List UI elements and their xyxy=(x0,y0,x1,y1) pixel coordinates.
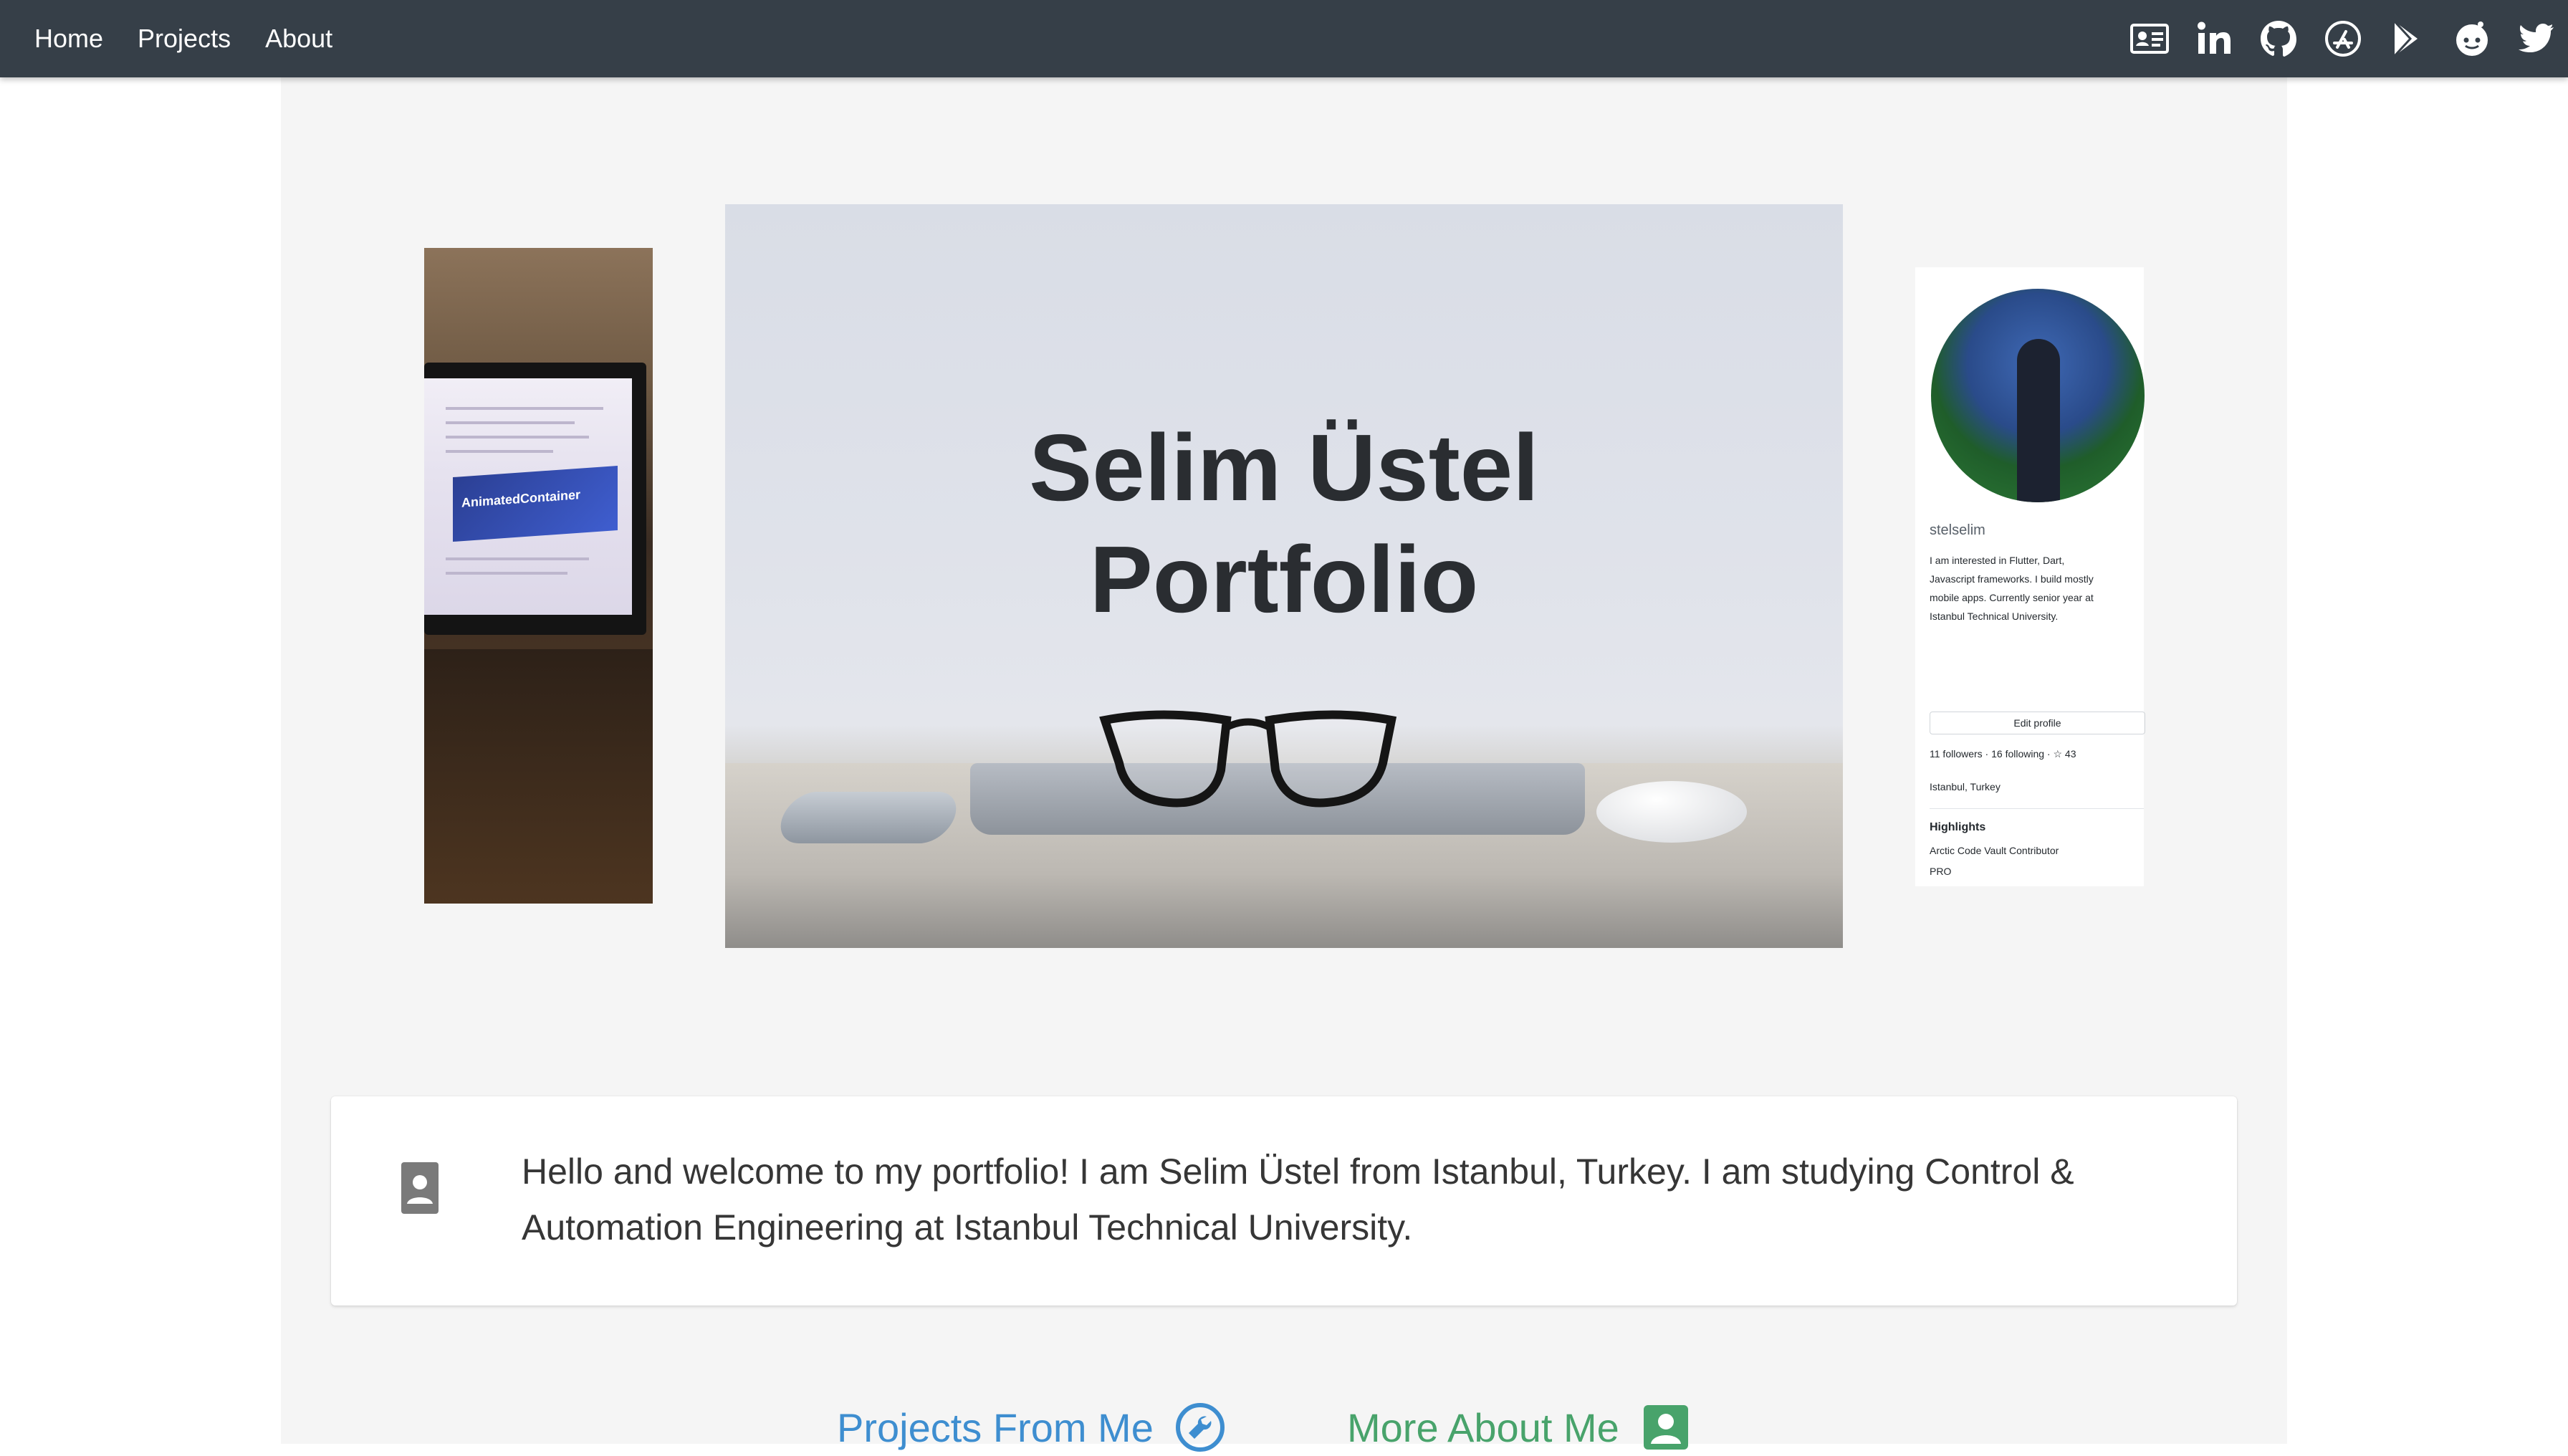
linkedin-icon[interactable] xyxy=(2193,17,2236,60)
github-username: stelselim xyxy=(1930,522,1985,538)
about-link[interactable]: More About Me xyxy=(1347,1399,1691,1456)
carousel-image-right[interactable]: stelselim I am interested in Flutter, Da… xyxy=(1915,267,2145,886)
reddit-icon[interactable] xyxy=(2450,17,2493,60)
id-card-icon[interactable] xyxy=(2128,17,2171,60)
highlight-item: Arctic Code Vault Contributor xyxy=(1930,845,2059,856)
profile-avatar xyxy=(1931,289,2145,502)
github-stats: 11 followers · 16 following · ☆ 43 xyxy=(1930,748,2076,760)
projects-link[interactable]: Projects From Me xyxy=(837,1399,1225,1456)
github-bio: I am interested in Flutter, Dart, Javasc… xyxy=(1930,555,2094,622)
nav-links: Home Projects About xyxy=(34,0,367,77)
mouse-illustration xyxy=(1596,781,1747,843)
nav-about-link[interactable]: About xyxy=(265,24,332,54)
carousel-image-left[interactable]: AnimatedContainer xyxy=(424,248,653,904)
social-links xyxy=(2107,0,2558,77)
hero-title: Selim Üstel Portfolio xyxy=(725,412,1843,636)
hero-title-line1: Selim Üstel xyxy=(1029,415,1539,520)
hero-banner: Selim Üstel Portfolio xyxy=(725,204,1843,948)
highlight-item: PRO xyxy=(1930,866,1952,877)
main-content: AnimatedContainer Selim Üstel Portfolio … xyxy=(281,77,2287,1452)
phone-illustration xyxy=(772,792,964,843)
edit-profile-button: Edit profile xyxy=(1930,712,2145,734)
nav-home-link[interactable]: Home xyxy=(34,24,103,54)
glasses-illustration xyxy=(1099,710,1397,808)
github-location: Istanbul, Turkey xyxy=(1930,781,2001,792)
google-play-icon[interactable] xyxy=(2386,17,2429,60)
user-icon xyxy=(1643,1405,1688,1450)
top-navbar: Home Projects About xyxy=(0,0,2568,77)
twitter-icon[interactable] xyxy=(2515,17,2558,60)
app-store-icon[interactable] xyxy=(2322,17,2365,60)
intro-text: Hello and welcome to my portfolio! I am … xyxy=(522,1151,2074,1247)
monitor-illustration: AnimatedContainer xyxy=(424,363,646,635)
user-card-icon xyxy=(401,1162,439,1214)
hero-title-line2: Portfolio xyxy=(1089,527,1479,632)
intro-card: Hello and welcome to my portfolio! I am … xyxy=(331,1096,2237,1306)
highlights-heading: Highlights xyxy=(1930,821,1986,833)
nav-projects-link[interactable]: Projects xyxy=(138,24,231,54)
wrench-icon xyxy=(1175,1403,1225,1452)
github-icon[interactable] xyxy=(2257,17,2300,60)
